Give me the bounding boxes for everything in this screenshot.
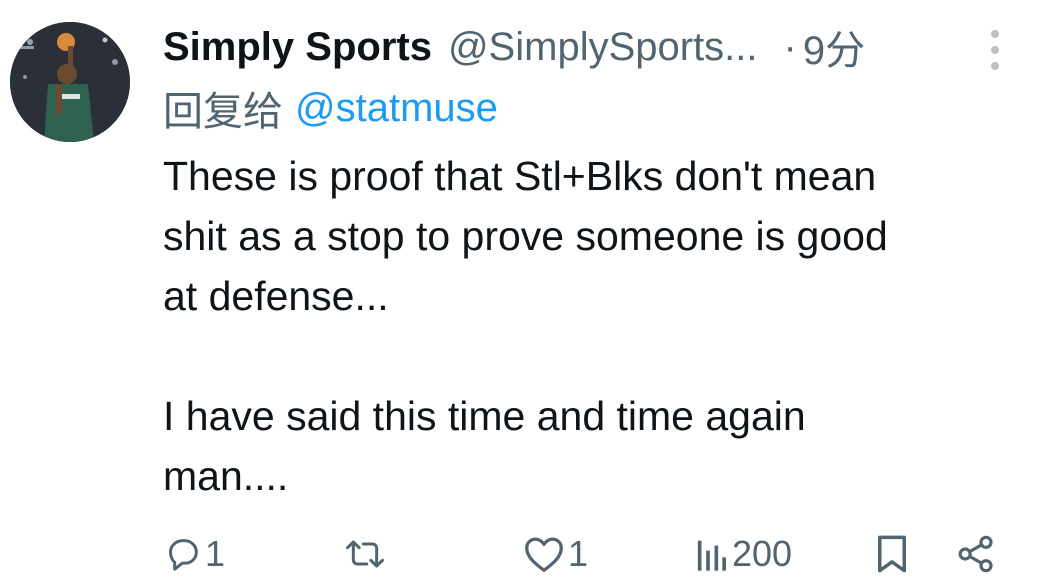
reply-label: 回复给 (163, 90, 283, 134)
reply-count: 1 (205, 533, 226, 574)
retweet-icon (342, 534, 388, 574)
retweet-button[interactable] (342, 530, 390, 578)
views-button[interactable]: 200 (694, 530, 792, 578)
reply-icon (163, 534, 203, 574)
reply-context: 回复给 @statmuse (163, 82, 498, 135)
more-options-icon[interactable] (984, 30, 1006, 70)
reply-mention-link[interactable]: @statmuse (295, 86, 498, 131)
view-count: 200 (732, 533, 793, 574)
author-name[interactable]: Simply Sports (163, 25, 432, 70)
share-icon (956, 534, 996, 574)
reply-button[interactable]: 1 (163, 530, 225, 578)
tweet-header: Simply Sports @SimplySports... · 9分 (163, 16, 1013, 78)
share-button[interactable] (956, 530, 996, 578)
heart-icon (522, 534, 566, 574)
tweet-text-line: These is proof that Stl+Blks don't mean (163, 153, 877, 199)
bookmark-icon (874, 533, 910, 575)
separator-dot: · (783, 24, 797, 69)
tweet-text-line: man.... (163, 453, 289, 499)
avatar[interactable] (10, 22, 130, 142)
like-count: 1 (568, 533, 589, 574)
author-handle[interactable]: @SimplySports... (448, 25, 758, 70)
tweet-text-line: I have said this time and time again (163, 393, 806, 439)
tweet-text-line: shit as a stop to prove someone is good (163, 213, 888, 259)
like-button[interactable]: 1 (522, 530, 588, 578)
views-icon (694, 534, 730, 574)
tweet-time[interactable]: 9分 (803, 18, 865, 76)
bookmark-button[interactable] (874, 530, 910, 578)
tweet-actions-bar: 1 1 200 (0, 530, 1037, 578)
tweet-text-line: at defense... (163, 273, 389, 319)
